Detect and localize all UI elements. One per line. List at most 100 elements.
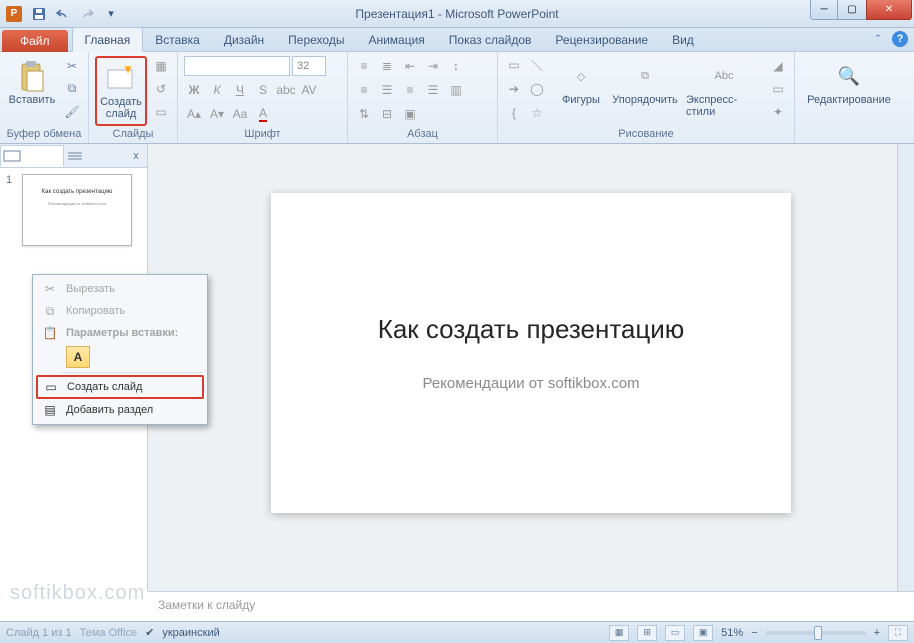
tab-review[interactable]: Рецензирование: [543, 28, 660, 51]
ctx-new-slide[interactable]: ▭ Создать слайд: [36, 375, 204, 399]
save-icon[interactable]: [28, 4, 50, 24]
tab-file[interactable]: Файл: [2, 30, 68, 52]
arrange-button[interactable]: ⧉ Упорядочить: [610, 56, 680, 110]
notes-pane[interactable]: Заметки к слайду: [148, 591, 914, 621]
redo-icon[interactable]: [76, 4, 98, 24]
shape-star-icon[interactable]: ☆: [527, 103, 547, 123]
slide-thumbnail[interactable]: Как создать презентацию Рекомендации от …: [22, 174, 132, 246]
strike-icon[interactable]: S: [253, 80, 273, 100]
tab-slideshow[interactable]: Показ слайдов: [437, 28, 544, 51]
help-icon[interactable]: ?: [892, 31, 908, 47]
justify-icon[interactable]: ☰: [423, 80, 443, 100]
panel-tab-outline[interactable]: [64, 146, 126, 166]
close-button[interactable]: ✕: [866, 0, 912, 20]
line-spacing-icon[interactable]: ↕: [446, 56, 466, 76]
numbering-icon[interactable]: ≣: [377, 56, 397, 76]
ctx-paste-keep-formatting[interactable]: A: [66, 346, 90, 368]
thumbnail-row[interactable]: 1 Как создать презентацию Рекомендации о…: [6, 174, 141, 246]
slide[interactable]: Как создать презентацию Рекомендации от …: [271, 193, 791, 513]
shape-brace-icon[interactable]: {: [504, 103, 524, 123]
reset-icon[interactable]: ↺: [151, 79, 171, 98]
zoom-slider[interactable]: [766, 631, 866, 635]
indent-dec-icon[interactable]: ⇤: [400, 56, 420, 76]
align-center-icon[interactable]: ☰: [377, 80, 397, 100]
panel-close-button[interactable]: x: [125, 150, 147, 162]
columns-icon[interactable]: ▥: [446, 80, 466, 100]
clear-format-icon[interactable]: Aa: [230, 104, 250, 124]
shape-oval-icon[interactable]: ◯: [527, 79, 547, 99]
qat-dropdown-icon[interactable]: ▾: [100, 4, 122, 24]
shadow-icon[interactable]: abc: [276, 80, 296, 100]
copy-icon[interactable]: ⧉: [62, 79, 82, 98]
paste-button[interactable]: Вставить: [6, 56, 58, 110]
status-spellcheck-icon[interactable]: ✔: [145, 626, 154, 639]
quick-styles-button[interactable]: Abc Экспресс-стили: [684, 56, 764, 122]
ctx-new-slide-label: Создать слайд: [67, 381, 142, 393]
view-sorter-icon[interactable]: ⊞: [637, 625, 657, 641]
panel-tab-slides[interactable]: [0, 145, 64, 167]
shape-outline-icon[interactable]: ▭: [768, 79, 788, 98]
view-normal-icon[interactable]: ▦: [609, 625, 629, 641]
tab-transitions[interactable]: Переходы: [276, 28, 356, 51]
maximize-button[interactable]: ▢: [838, 0, 866, 20]
shapes-button[interactable]: ◇ Фигуры: [556, 56, 606, 110]
clipboard-icon: 📋: [42, 325, 58, 341]
tab-view[interactable]: Вид: [660, 28, 706, 51]
tab-insert[interactable]: Вставка: [143, 28, 212, 51]
zoom-in-button[interactable]: +: [874, 627, 880, 639]
grow-font-icon[interactable]: A▴: [184, 104, 204, 124]
new-slide-label1: Создать: [100, 96, 142, 108]
ctx-cut-label: Вырезать: [66, 283, 115, 295]
arrange-icon: ⧉: [629, 60, 661, 92]
ctx-add-section[interactable]: ▤ Добавить раздел: [36, 399, 204, 421]
font-size-combo[interactable]: 32: [292, 56, 326, 76]
tab-animation[interactable]: Анимация: [356, 28, 436, 51]
shrink-font-icon[interactable]: A▾: [207, 104, 227, 124]
quick-access-toolbar: ▾: [28, 4, 122, 24]
section-icon[interactable]: ▭: [151, 103, 171, 122]
shape-rect-icon[interactable]: ▭: [504, 55, 524, 75]
undo-icon[interactable]: [52, 4, 74, 24]
zoom-thumb[interactable]: [814, 626, 822, 640]
find-icon: 🔍: [833, 60, 865, 92]
format-painter-icon[interactable]: 🖌: [62, 103, 82, 122]
align-left-icon[interactable]: ≡: [354, 80, 374, 100]
cut-icon[interactable]: ✂: [62, 56, 82, 75]
group-paragraph: ≡ ≣ ⇤ ⇥ ↕ ≡ ☰ ≡ ☰ ▥ ⇅ ⊟ ▣ Абзац: [348, 52, 498, 143]
editing-button[interactable]: 🔍 Редактирование: [801, 56, 897, 110]
tab-home[interactable]: Главная: [72, 27, 144, 52]
align-text-icon[interactable]: ⊟: [377, 104, 397, 124]
fit-to-window-icon[interactable]: ⛶: [888, 625, 908, 641]
bold-icon[interactable]: Ж: [184, 80, 204, 100]
group-label: Слайды: [95, 126, 171, 143]
ctx-cut[interactable]: ✂ Вырезать: [36, 278, 204, 300]
new-slide-button[interactable]: Создать слайд: [95, 56, 147, 126]
layout-icon[interactable]: ▦: [151, 56, 171, 75]
font-color-icon[interactable]: A: [253, 104, 273, 124]
spacing-icon[interactable]: AV: [299, 80, 319, 100]
shape-fill-icon[interactable]: ◢: [768, 56, 788, 75]
indent-inc-icon[interactable]: ⇥: [423, 56, 443, 76]
view-reading-icon[interactable]: ▭: [665, 625, 685, 641]
text-direction-icon[interactable]: ⇅: [354, 104, 374, 124]
zoom-out-button[interactable]: −: [751, 627, 757, 639]
italic-icon[interactable]: К: [207, 80, 227, 100]
slide-title[interactable]: Как создать презентацию: [378, 314, 685, 345]
font-family-combo[interactable]: [184, 56, 290, 76]
shape-effects-icon[interactable]: ✦: [768, 103, 788, 122]
ctx-copy[interactable]: ⧉ Копировать: [36, 300, 204, 322]
underline-icon[interactable]: Ч: [230, 80, 250, 100]
slide-canvas[interactable]: Как создать презентацию Рекомендации от …: [148, 144, 914, 591]
slide-subtitle[interactable]: Рекомендации от softikbox.com: [422, 375, 639, 392]
align-right-icon[interactable]: ≡: [400, 80, 420, 100]
minimize-button[interactable]: ─: [810, 0, 838, 20]
status-zoom[interactable]: 51%: [721, 627, 743, 639]
status-language[interactable]: украинский: [162, 627, 219, 639]
view-slideshow-icon[interactable]: ▣: [693, 625, 713, 641]
shape-arrow-icon[interactable]: ➔: [504, 79, 524, 99]
bullets-icon[interactable]: ≡: [354, 56, 374, 76]
shape-line-icon[interactable]: ＼: [527, 55, 547, 75]
minimize-ribbon-icon[interactable]: ˆ: [870, 31, 886, 47]
tab-design[interactable]: Дизайн: [212, 28, 276, 51]
smartart-icon[interactable]: ▣: [400, 104, 420, 124]
